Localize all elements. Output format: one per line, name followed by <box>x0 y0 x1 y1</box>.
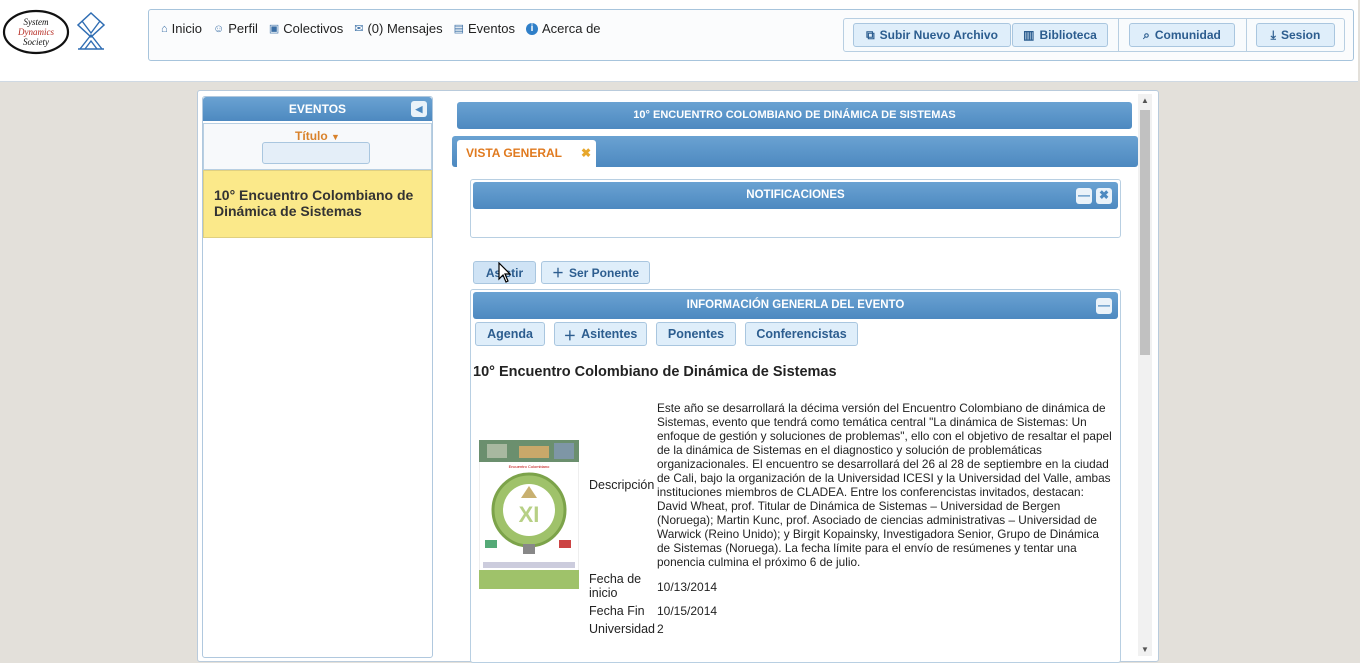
notifications-title: NOTIFICACIONES <box>746 189 845 201</box>
speakers-button[interactable]: Ponentes <box>656 322 736 346</box>
sidebar-title: EVENTOS <box>288 102 347 116</box>
title-filter-input[interactable] <box>262 142 370 164</box>
upload-icon: ⧉ <box>866 27 875 42</box>
library-button[interactable]: ▥ Biblioteca <box>1012 23 1108 47</box>
notifications-header: NOTIFICACIONES — ✖ <box>473 182 1118 209</box>
attendees-button[interactable]: ＋ Asitentes <box>554 322 647 346</box>
filter-label: Título <box>295 129 328 143</box>
content-scrollbar[interactable]: ▲ ▼ <box>1138 94 1152 656</box>
nav-label: (0) Mensajes <box>367 21 443 36</box>
person-icon: ☺ <box>213 22 225 35</box>
content-panel: EVENTOS ◀ Título ▼ 10° Encuentro Colombi… <box>197 90 1159 663</box>
event-info-title: INFORMACIÓN GENERLA DEL EVENTO <box>686 299 905 311</box>
top-bar: System Dynamics Society ⌂ Inicio ☺ Perfil … <box>0 0 1358 82</box>
university-label: Universidad <box>589 622 656 636</box>
speaker-label: Ser Ponente <box>568 265 640 280</box>
event-info-section: INFORMACIÓN GENERLA DEL EVENTO — Agenda … <box>470 289 1121 663</box>
nav-label: Acerca de <box>542 21 601 36</box>
event-name: 10° Encuentro Colombiano de Dinámica de … <box>473 364 837 380</box>
start-date-value: 10/13/2014 <box>657 580 718 594</box>
system-dynamics-society-logo[interactable]: System Dynamics Society <box>2 9 70 55</box>
library-icon: ▥ <box>1023 28 1035 42</box>
nav-acerca[interactable]: i Acerca de <box>526 21 601 36</box>
svg-text:System: System <box>24 17 49 27</box>
event-poster-image: Encuentro Colombiano XI <box>479 440 579 589</box>
notifications-section: NOTIFICACIONES — ✖ <box>470 179 1121 238</box>
event-title-bar: 10° ENCUENTRO COLOMBIANO DE DINÁMICA DE … <box>457 102 1132 129</box>
end-date-label: Fecha Fin <box>589 604 645 618</box>
tab-label: VISTA GENERAL <box>466 146 563 160</box>
nav-label: Eventos <box>468 21 515 36</box>
nav-label: Inicio <box>171 21 203 36</box>
description-label: Descripción <box>589 478 655 492</box>
minimize-icon[interactable]: — <box>1076 188 1092 204</box>
svg-text:Encuentro Colombiano: Encuentro Colombiano <box>509 464 550 469</box>
library-label: Biblioteca <box>1039 28 1097 42</box>
event-info-header: INFORMACIÓN GENERLA DEL EVENTO — <box>473 292 1118 319</box>
session-label: Sesion <box>1280 28 1321 42</box>
info-icon: i <box>526 22 538 35</box>
group-icon: ▣ <box>268 23 280 35</box>
collapse-left-icon[interactable]: ◀ <box>411 101 427 117</box>
nav-label: Perfil <box>228 21 258 36</box>
upload-file-button[interactable]: ⧉ Subir Nuevo Archivo <box>853 23 1011 47</box>
close-icon[interactable]: ✖ <box>1096 188 1112 204</box>
lecturers-button[interactable]: Conferencistas <box>745 322 858 346</box>
agenda-label: Agenda <box>487 327 533 341</box>
separator <box>1118 19 1119 51</box>
close-tab-icon[interactable]: ✖ <box>581 140 591 166</box>
mail-icon: ✉ <box>354 23 364 35</box>
attendees-label: Asitentes <box>581 327 638 341</box>
plus-icon: ＋ <box>551 266 564 280</box>
separator <box>1246 19 1247 51</box>
events-sidebar: EVENTOS ◀ Título ▼ 10° Encuentro Colombi… <box>202 96 433 658</box>
calendar-icon: ▤ <box>453 23 465 35</box>
home-icon: ⌂ <box>161 22 168 35</box>
scroll-up-icon[interactable]: ▲ <box>1140 96 1150 105</box>
main-navigation: ⌂ Inicio ☺ Perfil ▣ Colectivos ✉ (0) Mensaje… <box>148 9 1354 61</box>
header-actions: ⧉ Subir Nuevo Archivo ▥ Biblioteca ⌕ Comuni… <box>843 18 1345 52</box>
plus-icon: ＋ <box>563 328 577 343</box>
lecturers-label: Conferencistas <box>756 327 847 341</box>
search-icon: ⌕ <box>1143 27 1150 42</box>
sidebar-header: EVENTOS ◀ <box>203 97 432 121</box>
title-filter: Título ▼ <box>203 123 432 170</box>
tab-bar: VISTA GENERAL ✖ <box>452 136 1138 167</box>
event-description: Este año se desarrollará la décima versi… <box>657 401 1112 569</box>
mouse-cursor-icon <box>498 262 512 283</box>
community-button[interactable]: ⌕ Comunidad <box>1129 23 1235 47</box>
nav-perfil[interactable]: ☺ Perfil <box>213 21 258 36</box>
become-speaker-button[interactable]: ＋ Ser Ponente <box>541 261 650 284</box>
svg-text:XI: XI <box>519 502 540 527</box>
upload-label: Subir Nuevo Archivo <box>879 28 998 42</box>
session-button[interactable]: ⤓ Sesion <box>1256 23 1335 47</box>
start-date-label: Fecha de inicio <box>589 572 642 600</box>
agenda-button[interactable]: Agenda <box>475 322 545 346</box>
sidebar-event-item[interactable]: 10° Encuentro Colombiano de Dinámica de … <box>203 170 432 238</box>
svg-text:Dynamics: Dynamics <box>17 27 54 37</box>
community-label: Comunidad <box>1154 28 1221 42</box>
nav-inicio[interactable]: ⌂ Inicio <box>161 21 202 36</box>
end-date-value: 10/15/2014 <box>657 604 718 618</box>
speakers-label: Ponentes <box>667 327 725 341</box>
sort-down-icon: ▼ <box>331 132 340 142</box>
nav-mensajes[interactable]: ✉ (0) Mensajes <box>354 21 442 36</box>
chapter-logo[interactable] <box>76 11 106 51</box>
scroll-down-icon[interactable]: ▼ <box>1140 645 1150 654</box>
university-value: 2 <box>657 622 664 636</box>
download-icon: ⤓ <box>1270 27 1276 42</box>
svg-text:Society: Society <box>23 37 49 47</box>
nav-label: Colectivos <box>283 21 344 36</box>
nav-eventos[interactable]: ▤ Eventos <box>454 21 515 36</box>
tab-vista-general[interactable]: VISTA GENERAL ✖ <box>457 140 596 167</box>
minimize-icon[interactable]: — <box>1096 298 1112 314</box>
scroll-thumb[interactable] <box>1140 110 1150 355</box>
title-sort-header[interactable]: Título ▼ <box>204 129 431 143</box>
nav-colectivos[interactable]: ▣ Colectivos <box>269 21 343 36</box>
